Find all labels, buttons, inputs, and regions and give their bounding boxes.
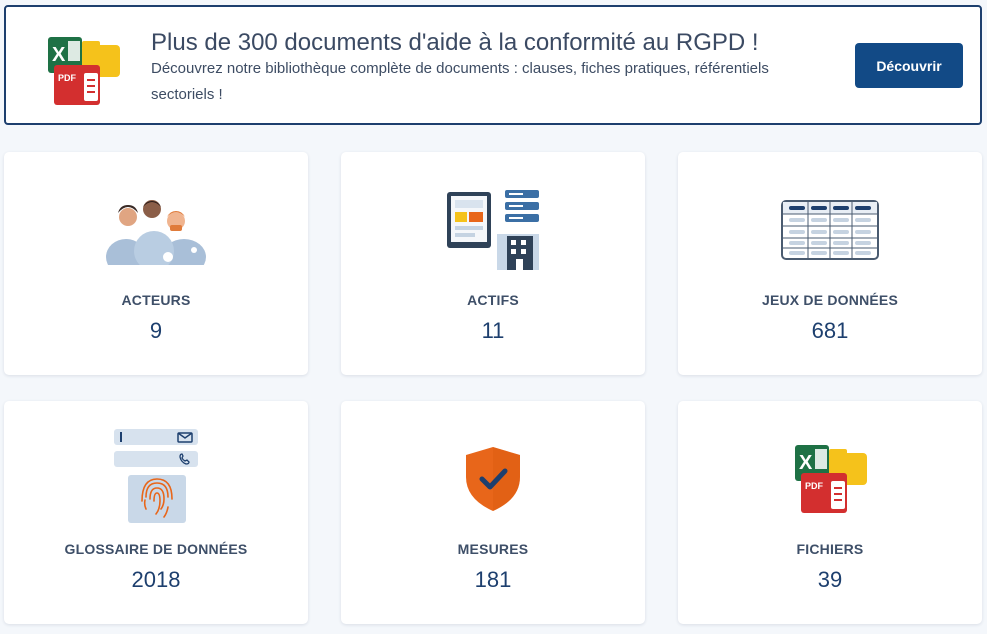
card-label: MESURES: [457, 541, 529, 557]
data-table-icon: [781, 200, 879, 260]
shield-check-icon: [466, 447, 520, 511]
card-fichiers[interactable]: X PDF FICHIERS 39: [678, 401, 982, 624]
card-actifs[interactable]: ACTIFS 11: [341, 152, 645, 375]
svg-text:X: X: [52, 44, 66, 66]
personal-data-icon: [114, 429, 198, 523]
card-count: 39: [817, 567, 843, 592]
card-count: 9: [149, 318, 163, 343]
documents-files-icon: X PDF: [795, 445, 867, 513]
documents-files-icon: X PDF: [48, 37, 120, 105]
pdf-label: PDF: [805, 481, 824, 491]
svg-text:X: X: [799, 452, 813, 474]
people-group-icon: [106, 200, 206, 265]
card-count: 181: [474, 567, 512, 592]
card-count: 681: [811, 318, 849, 343]
card-acteurs[interactable]: ACTEURS 9: [4, 152, 308, 375]
card-glossaire-de-donnees[interactable]: GLOSSAIRE DE DONNÉES 2018: [4, 401, 308, 624]
devices-building-icon: [447, 190, 539, 270]
card-jeux-de-donnees[interactable]: JEUX DE DONNÉES 681: [678, 152, 982, 375]
card-label: FICHIERS: [796, 541, 864, 557]
card-mesures[interactable]: MESURES 181: [341, 401, 645, 624]
discover-button[interactable]: Découvrir: [855, 43, 963, 88]
banner-title: Plus de 300 documents d'aide à la confor…: [151, 29, 759, 56]
card-count: 11: [481, 318, 505, 343]
card-label: ACTEURS: [121, 292, 191, 308]
pdf-label: PDF: [58, 73, 77, 83]
card-label: JEUX DE DONNÉES: [761, 292, 899, 308]
card-label: GLOSSAIRE DE DONNÉES: [64, 541, 248, 557]
promo-banner: X PDF Plus de 300 documents d'aide à la …: [4, 5, 982, 125]
card-label: ACTIFS: [467, 292, 519, 308]
banner-description: Découvrez notre bibliothèque complète de…: [151, 60, 769, 103]
card-count: 2018: [131, 567, 181, 592]
